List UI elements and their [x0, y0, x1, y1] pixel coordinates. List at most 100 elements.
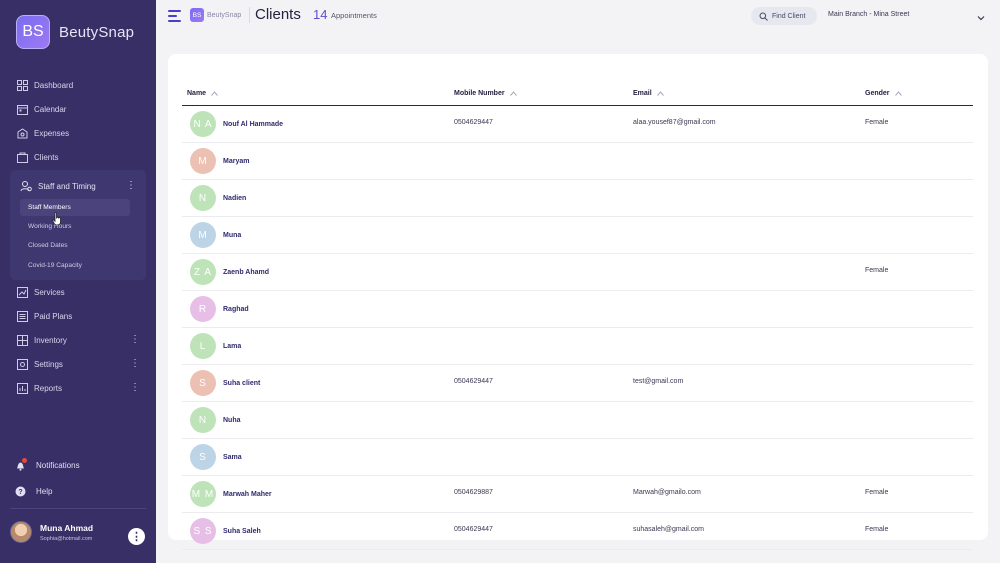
gender-cell: Female	[865, 267, 889, 274]
column-header-gender[interactable]: Gender	[865, 90, 902, 97]
brand[interactable]: BS BeutySnap	[16, 15, 134, 49]
sidebar-item-label: Services	[34, 287, 65, 297]
column-label: Name	[187, 90, 207, 97]
client-avatar: M	[190, 222, 216, 248]
gender-cell: Female	[865, 526, 889, 533]
expenses-icon	[16, 127, 28, 139]
table-row[interactable]: M Muna	[182, 217, 973, 254]
sidebar-item-clients[interactable]: Clients	[0, 145, 58, 169]
sidebar-item-label: Calendar	[34, 104, 67, 114]
reports-icon	[16, 382, 28, 394]
table-row[interactable]: S Suha client 0504629447 test@gmail.com	[182, 365, 973, 402]
sidebar-item-reports[interactable]: Reports ⋮	[0, 376, 156, 400]
sort-up-icon	[656, 91, 664, 96]
more-vertical-icon[interactable]: ⋮	[126, 180, 136, 191]
svg-text:?: ?	[18, 489, 22, 496]
divider	[10, 508, 146, 509]
sidebar-item-services[interactable]: Services	[0, 280, 156, 304]
page-title: Clients	[255, 6, 301, 23]
sidebar-item-expenses[interactable]: Expenses	[0, 121, 69, 145]
column-header-mobile[interactable]: Mobile Number	[454, 90, 517, 97]
gender-cell: Female	[865, 489, 889, 496]
sidebar-item-inventory[interactable]: Inventory ⋮	[0, 328, 156, 352]
sidebar-item-label: Dashboard	[34, 80, 74, 90]
table-row[interactable]: R Raghad	[182, 291, 973, 328]
client-name[interactable]: Lama	[223, 343, 241, 350]
group-label: Staff and Timing	[38, 181, 96, 191]
user-profile[interactable]: Muna Ahmad Sophia@hotmail.com	[10, 521, 93, 543]
more-vertical-icon[interactable]: ⋮	[130, 358, 140, 370]
client-avatar: N A	[190, 111, 216, 137]
sidebar-subitem-covid-capacity[interactable]: Covid-19 Capacity	[20, 257, 130, 274]
client-name[interactable]: Nuha	[223, 417, 241, 424]
mini-logo: BS BeutySnap	[190, 8, 241, 22]
sidebar-item-label: Inventory	[34, 335, 67, 345]
sidebar-item-dashboard[interactable]: Dashboard	[0, 73, 73, 97]
more-vertical-icon[interactable]: ⋮	[130, 382, 140, 394]
sidebar-item-staff-and-timing[interactable]: Staff and Timing	[20, 180, 96, 192]
sidebar-subitem-working-hours[interactable]: Working Hours	[20, 218, 130, 235]
find-client-label: Find Client	[772, 12, 806, 20]
gender-cell: Female	[865, 119, 889, 126]
client-name[interactable]: Sama	[223, 454, 242, 461]
table-row[interactable]: N A Nouf Al Hammade 0504629447 alaa.yousef8…	[182, 106, 973, 143]
sidebar-item-label: Clients	[34, 152, 59, 162]
client-name[interactable]: Nouf Al Hammade	[223, 121, 283, 128]
search-icon	[759, 12, 768, 21]
client-avatar: S S	[190, 518, 216, 544]
divider	[249, 7, 250, 23]
email-cell: Marwah@gmailo.com	[633, 489, 701, 496]
mini-logo-mark: BS	[190, 8, 204, 22]
sidebar-item-notifications[interactable]: Notifications	[0, 458, 156, 471]
column-header-email[interactable]: Email	[633, 90, 664, 97]
bell-icon	[14, 458, 27, 471]
sidebar-subitem-closed-dates[interactable]: Closed Dates	[20, 237, 130, 254]
client-name[interactable]: Suha client	[223, 380, 260, 387]
table-row[interactable]: N Nuha	[182, 402, 973, 439]
dashboard-icon	[16, 79, 28, 91]
client-avatar: Z A	[190, 259, 216, 285]
sidebar-item-help[interactable]: ? Help	[0, 485, 156, 497]
menu-icon[interactable]	[168, 10, 181, 25]
services-icon	[16, 286, 28, 298]
user-email: Sophia@hotmail.com	[40, 535, 93, 542]
column-label: Mobile Number	[454, 90, 505, 97]
column-header-name[interactable]: Name	[187, 90, 218, 97]
client-name[interactable]: Raghad	[223, 306, 249, 313]
chevron-down-icon[interactable]	[976, 10, 986, 21]
sidebar-item-settings[interactable]: Settings ⋮	[0, 352, 156, 376]
notification-dot	[22, 458, 27, 463]
client-name[interactable]: Maryam	[223, 158, 249, 165]
sidebar-item-paid-plans[interactable]: Paid Plans	[0, 304, 156, 328]
table-row[interactable]: M M Marwah Maher 0504629887 Marwah@gmailo.c…	[182, 476, 973, 513]
mini-logo-name: BeutySnap	[207, 11, 242, 19]
table-row[interactable]: M Maryam	[182, 143, 973, 180]
sidebar-item-calendar[interactable]: Calendar	[0, 97, 66, 121]
sort-up-icon	[509, 91, 517, 96]
avatar	[10, 521, 32, 543]
more-vertical-icon[interactable]: ⋮	[130, 334, 140, 346]
sidebar-subitem-staff-members[interactable]: Staff Members	[20, 199, 130, 216]
client-name[interactable]: Marwah Maher	[223, 491, 272, 498]
client-avatar: N	[190, 407, 216, 433]
appointments-count: 14	[313, 7, 328, 22]
branch-selector[interactable]: Main Branch - Mina Street	[828, 11, 909, 18]
more-vertical-icon[interactable]: ⋮	[128, 528, 145, 545]
help-label: Help	[36, 486, 53, 496]
client-avatar: N	[190, 185, 216, 211]
client-name[interactable]: Zaenb Ahamd	[223, 269, 269, 276]
client-avatar: S	[190, 370, 216, 396]
find-client-button[interactable]: Find Client	[751, 7, 817, 25]
table-row[interactable]: S S Suha Saleh 0504629447 suhasaleh@gmail.c…	[182, 513, 973, 550]
client-name[interactable]: Suha Saleh	[223, 528, 261, 535]
client-name[interactable]: Nadien	[223, 195, 246, 202]
table-row[interactable]: Z A Zaenb Ahamd Female	[182, 254, 973, 291]
column-label: Gender	[865, 90, 890, 97]
clients-icon	[16, 151, 28, 163]
table-row[interactable]: S Sama	[182, 439, 973, 476]
table-row[interactable]: L Lama	[182, 328, 973, 365]
client-name[interactable]: Muna	[223, 232, 241, 239]
table-row[interactable]: N Nadien	[182, 180, 973, 217]
brand-name: BeutySnap	[59, 23, 135, 41]
calendar-icon	[16, 103, 28, 115]
